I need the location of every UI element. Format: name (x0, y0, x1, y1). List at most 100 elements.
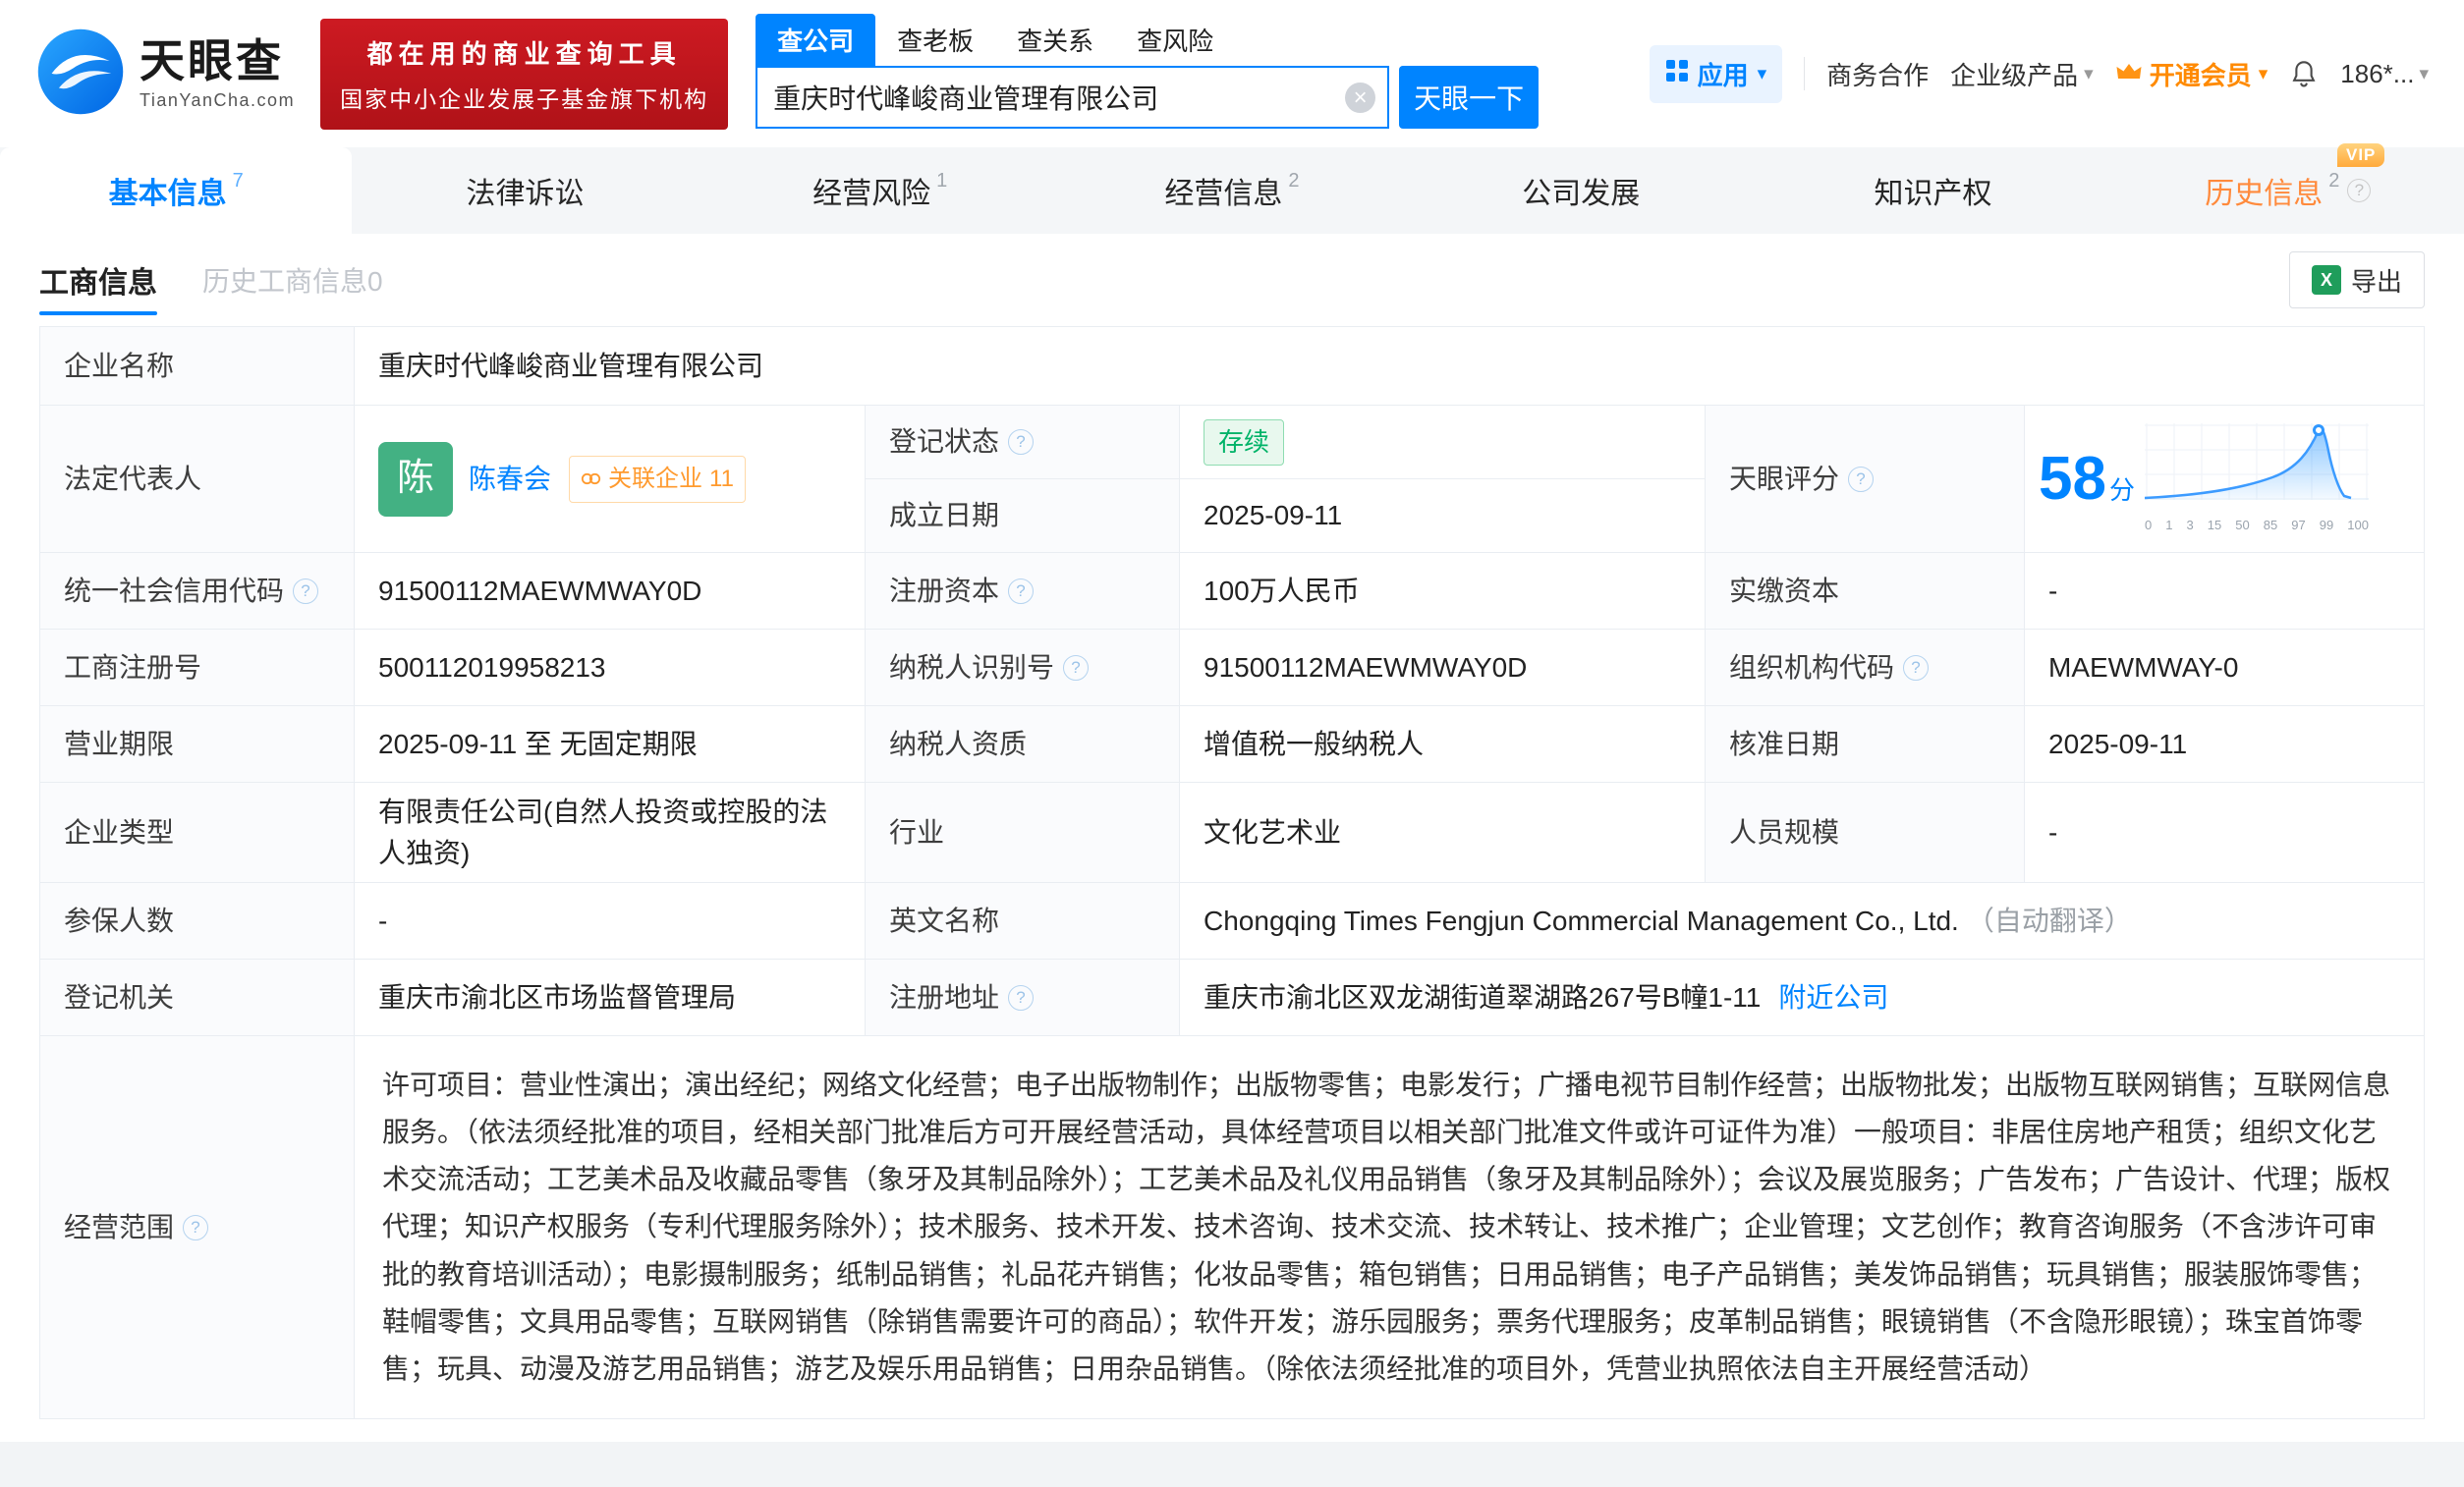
label-text: 天眼评分 (1729, 463, 1840, 494)
help-icon[interactable]: ? (183, 1214, 209, 1240)
nav-tab-label: 公司发展 (1522, 178, 1641, 210)
score-chart-ticks: 0 1 3 15 50 85 97 99 100 (2144, 517, 2369, 532)
tab-business-info[interactable]: 工商信息 (39, 258, 157, 315)
field-label-reg-status: 登记状态 ? (866, 406, 1180, 479)
field-value-company-name: 重庆时代峰峻商业管理有限公司 (355, 327, 2424, 406)
excel-icon: X (2311, 265, 2341, 295)
help-icon[interactable]: ? (1063, 654, 1090, 681)
score-unit: 分 (2108, 474, 2135, 505)
main-nav: 基本信息 7 法律诉讼 经营风险 1 经营信息 2 公司发展 知识产权 VIP 历史信… (0, 143, 2464, 234)
related-label: 关联企业 (608, 465, 703, 492)
nav-tab-operation-risk[interactable]: 经营风险 1 (704, 147, 1056, 234)
field-value-business-term: 2025-09-11 至 无固定期限 (355, 706, 866, 783)
field-value-reg-status: 存续 (1180, 406, 1706, 479)
tab-history-business-info[interactable]: 历史工商信息0 (202, 260, 383, 300)
vip-label: 开通会员 (2149, 60, 2252, 90)
search-tab-risk[interactable]: 查风险 (1115, 14, 1235, 66)
search-input[interactable] (757, 68, 1388, 127)
export-button[interactable]: X 导出 (2288, 251, 2425, 308)
field-label-business-term: 营业期限 (40, 706, 355, 783)
header-actions: 应用 ▾ 商务合作 企业级产品 ▾ 开通会员 ▾ 186*... ▾ (1649, 44, 2429, 103)
table-row: 登记机关 重庆市渝北区市场监督管理局 注册地址 ? 重庆市渝北区双龙湖街道翠湖路… (40, 960, 2424, 1036)
nav-tab-basic-info[interactable]: 基本信息 7 (0, 147, 353, 234)
biz-cooperation-link[interactable]: 商务合作 (1826, 56, 1929, 92)
english-name-text: Chongqing Times Fengjun Commercial Manag… (1204, 905, 1959, 936)
label-text: 经营范围 (64, 1211, 175, 1242)
nav-tab-intellectual-property[interactable]: 知识产权 (1760, 147, 2111, 234)
vip-upgrade-link[interactable]: 开通会员 ▾ (2115, 56, 2268, 92)
label-text: 注册资本 (889, 575, 1000, 606)
sub-nav: 工商信息 历史工商信息0 X 导出 (0, 234, 2464, 326)
legal-rep-avatar[interactable]: 陈 (378, 441, 453, 517)
help-icon[interactable]: ? (1008, 578, 1035, 604)
tianyancha-logo-icon (35, 27, 126, 122)
footer-band (0, 1442, 2464, 1487)
table-row: 工商注册号 500112019958213 纳税人识别号 ? 91500112M… (40, 630, 2424, 706)
nav-tab-history-info[interactable]: VIP 历史信息 2 ? (2112, 143, 2464, 234)
field-value-score: 58 分 0 1 3 15 50 85 97 99 100 (2025, 406, 2424, 553)
chevron-down-icon: ▾ (2258, 63, 2268, 84)
account-menu[interactable]: 186*... ▾ (2340, 59, 2429, 89)
field-label-business-scope: 经营范围 ? (40, 1036, 355, 1419)
clear-icon[interactable]: × (1345, 83, 1376, 113)
search-tab-company[interactable]: 查公司 (756, 14, 876, 66)
help-icon[interactable]: ? (2347, 179, 2372, 202)
table-row: 企业名称 重庆时代峰峻商业管理有限公司 (40, 327, 2424, 406)
field-label-establish-date: 成立日期 (866, 479, 1180, 553)
export-label: 导出 (2350, 266, 2402, 297)
help-icon[interactable]: ? (1903, 654, 1930, 681)
search-tab-boss[interactable]: 查老板 (875, 14, 995, 66)
nav-tab-company-development[interactable]: 公司发展 (1408, 147, 1760, 234)
label-text: 纳税人识别号 (889, 651, 1055, 683)
nav-tab-badge: 1 (936, 169, 948, 192)
field-value-credit-code: 91500112MAEWMWAY0D (355, 553, 866, 630)
notification-bell-icon[interactable] (2289, 58, 2319, 89)
table-row: 企业类型 有限责任公司(自然人投资或控股的法人独资) 行业 文化艺术业 人员规模… (40, 783, 2424, 883)
nav-tab-label: 法律诉讼 (466, 178, 585, 210)
enterprise-product-link[interactable]: 企业级产品 ▾ (1950, 56, 2094, 92)
table-row: 营业期限 2025-09-11 至 无固定期限 纳税人资质 增值税一般纳税人 核… (40, 706, 2424, 783)
field-value-reg-capital: 100万人民币 (1180, 553, 1706, 630)
crown-icon (2115, 59, 2143, 89)
promo-banner[interactable]: 都在用的商业查询工具 国家中小企业发展子基金旗下机构 (320, 18, 729, 130)
help-icon[interactable]: ? (1848, 466, 1875, 492)
logo-title: 天眼查 (140, 35, 284, 87)
search-tab-relation[interactable]: 查关系 (995, 14, 1115, 66)
tianyancha-company-page: 天眼查 TianYanCha.com 都在用的商业查询工具 国家中小企业发展子基… (0, 0, 2464, 1487)
related-companies-badge[interactable]: 关联企业 11 (569, 455, 746, 503)
banner-line2: 国家中小企业发展子基金旗下机构 (340, 85, 709, 112)
field-value-staff-size: - (2025, 783, 2424, 883)
field-label-industry: 行业 (866, 783, 1180, 883)
nav-tab-legal-proceedings[interactable]: 法律诉讼 (352, 147, 703, 234)
auto-translate-note: （自动翻译） (1966, 905, 2132, 936)
field-value-business-scope: 许可项目：营业性演出；演出经纪；网络文化经营；电子出版物制作；出版物零售；电影发… (355, 1036, 2424, 1419)
nav-tab-label: 基本信息 (108, 178, 227, 210)
help-icon[interactable]: ? (1008, 429, 1035, 455)
help-icon[interactable]: ? (293, 578, 319, 604)
address-text: 重庆市渝北区双龙湖街道翠湖路267号B幢1-11 (1204, 981, 1762, 1013)
nearby-companies-link[interactable]: 附近公司 (1778, 977, 1888, 1019)
apps-menu[interactable]: 应用 ▾ (1649, 44, 1783, 103)
field-label-english-name: 英文名称 (866, 883, 1180, 960)
table-row: 法定代表人 陈 陈春会 关联企业 11 登记状态 ? 存续 成立日期 2025-… (40, 406, 2424, 553)
field-label-paid-capital: 实缴资本 (1706, 553, 2025, 630)
biz-label: 商务合作 (1826, 60, 1930, 90)
nav-tab-label: 经营风险 (812, 178, 931, 210)
field-value-taxpayer-id: 91500112MAEWMWAY0D (1180, 630, 1706, 706)
field-label-reg-capital: 注册资本 ? (866, 553, 1180, 630)
nav-tab-badge: 7 (232, 169, 244, 192)
score-value: 58 分 (2039, 448, 2135, 510)
field-label-reg-number: 工商注册号 (40, 630, 355, 706)
help-icon[interactable]: ? (1008, 984, 1035, 1011)
nav-tab-operation-info[interactable]: 经营信息 2 (1056, 147, 1408, 234)
label-text: 组织机构代码 (1729, 651, 1895, 683)
search-button[interactable]: 天眼一下 (1399, 66, 1540, 129)
search-tabs: 查公司 查老板 查关系 查风险 (756, 14, 1539, 66)
logo[interactable]: 天眼查 TianYanCha.com (35, 27, 295, 122)
field-label-credit-code: 统一社会信用代码 ? (40, 553, 355, 630)
field-value-legal-rep: 陈 陈春会 关联企业 11 (355, 406, 866, 553)
legal-rep-name-link[interactable]: 陈春会 (469, 459, 551, 500)
search-area: 查公司 查老板 查关系 查风险 × 天眼一下 (756, 14, 1540, 129)
apps-grid-icon (1665, 59, 1689, 89)
field-label-legal-rep: 法定代表人 (40, 406, 355, 553)
